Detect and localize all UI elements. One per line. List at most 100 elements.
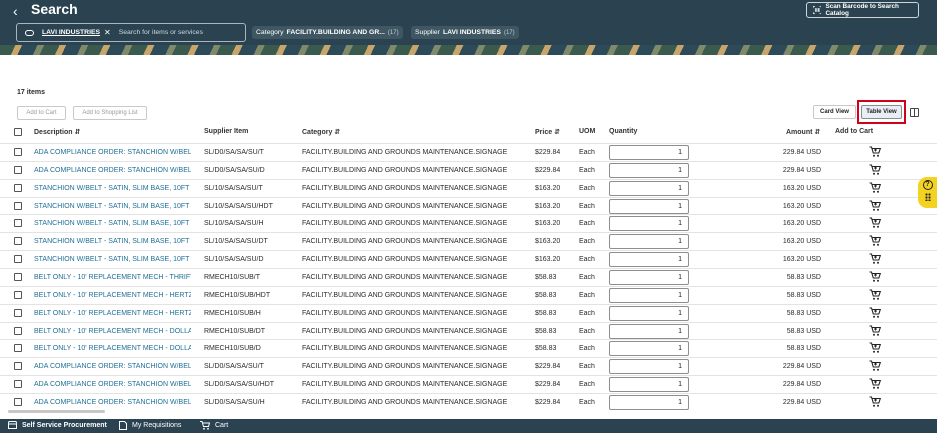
quantity-input[interactable] — [609, 323, 689, 339]
item-description-link[interactable]: STANCHION W/BELT - SATIN, SLIM BASE, 10F… — [34, 220, 191, 227]
add-to-cart-icon[interactable] — [869, 253, 882, 265]
item-description-link[interactable]: ADA COMPLIANCE ORDER: STANCHION W/BELT — [34, 167, 191, 174]
add-to-cart-button[interactable]: Add to Cart — [17, 106, 66, 120]
table-row[interactable]: ADA COMPLIANCE ORDER: STANCHION W/BELT SL… — [0, 392, 937, 411]
add-to-cart-icon[interactable] — [869, 307, 882, 319]
table-row[interactable]: BELT ONLY - 10' REPLACEMENT MECH - HERTZ… — [0, 285, 937, 304]
row-checkbox[interactable] — [14, 380, 22, 389]
table-row[interactable]: STANCHION W/BELT - SATIN, SLIM BASE, 10F… — [0, 232, 937, 250]
row-checkbox[interactable] — [14, 290, 22, 299]
table-row[interactable]: STANCHION W/BELT - SATIN, SLIM BASE, 10F… — [0, 196, 937, 215]
item-description-link[interactable]: ADA COMPLIANCE ORDER: STANCHION W/BELT — [34, 381, 191, 388]
add-to-cart-icon[interactable] — [869, 199, 882, 212]
row-checkbox[interactable] — [14, 272, 22, 281]
quantity-input[interactable] — [609, 341, 689, 357]
row-checkbox[interactable] — [14, 397, 22, 406]
scan-barcode-button[interactable]: Scan Barcode to Search Catalog — [806, 2, 919, 18]
supplier-item: RMECH10/SUB/HDT — [204, 291, 271, 299]
row-checkbox[interactable] — [14, 362, 22, 371]
add-to-cart-icon[interactable] — [869, 289, 882, 301]
quantity-input[interactable] — [609, 305, 689, 321]
table-row[interactable]: BELT ONLY - 10' REPLACEMENT MECH - THRIF… — [0, 267, 937, 286]
filter-chip-category[interactable]: Category FACILITY.BUILDING AND GR... (17… — [252, 26, 403, 39]
table-row[interactable]: BELT ONLY - 10' REPLACEMENT MECH - DOLLA… — [0, 321, 937, 340]
table-row[interactable]: BELT ONLY - 10' REPLACEMENT MECH - HERTZ… — [0, 303, 937, 322]
item-description-link[interactable]: STANCHION W/BELT - SATIN, SLIM BASE, 10F… — [34, 203, 191, 210]
add-to-shopping-list-button[interactable]: Add to Shopping List — [73, 106, 147, 120]
item-description-link[interactable]: ADA COMPLIANCE ORDER: STANCHION W/BELT — [34, 363, 191, 370]
remove-chip-close-icon[interactable]: ✕ — [104, 28, 111, 37]
col-price[interactable]: Price ⇵ — [535, 128, 560, 136]
item-description-link[interactable]: ADA COMPLIANCE ORDER: STANCHION W/BELT — [34, 149, 191, 156]
row-checkbox[interactable] — [14, 255, 22, 264]
row-checkbox[interactable] — [14, 326, 22, 335]
add-to-cart-icon[interactable] — [869, 164, 882, 176]
quantity-input[interactable] — [609, 180, 689, 196]
table-row[interactable]: STANCHION W/BELT - SATIN, SLIM BASE, 10F… — [0, 250, 937, 268]
quantity-input[interactable] — [609, 234, 689, 250]
add-to-cart-icon[interactable] — [869, 217, 882, 229]
add-to-cart-icon[interactable] — [869, 378, 882, 390]
footer-tab-self-service[interactable]: Self Service Procurement — [8, 421, 107, 429]
row-checkbox[interactable] — [14, 148, 22, 156]
item-description-link[interactable]: BELT ONLY - 10' REPLACEMENT MECH - HERTZ — [34, 292, 191, 299]
quantity-input[interactable] — [609, 359, 689, 375]
row-checkbox[interactable] — [14, 308, 22, 317]
col-description[interactable]: Description ⇵ — [34, 128, 80, 136]
table-row[interactable]: ADA COMPLIANCE ORDER: STANCHION W/BELT SL… — [0, 160, 937, 179]
table-row[interactable]: STANCHION W/BELT - SATIN, SLIM BASE, 10F… — [0, 178, 937, 197]
add-to-cart-icon[interactable] — [869, 235, 882, 247]
footer-tab-my-requisitions[interactable]: My Requisitions — [119, 421, 181, 430]
quantity-input[interactable] — [609, 198, 689, 214]
uom: Each — [579, 327, 595, 335]
quantity-input[interactable] — [609, 394, 689, 410]
select-all-checkbox[interactable] — [14, 128, 22, 136]
item-description-link[interactable]: BELT ONLY - 10' REPLACEMENT MECH - HERTZ — [34, 310, 191, 317]
help-widget[interactable]: ? — [918, 177, 937, 208]
footer-tab-cart[interactable]: Cart — [200, 421, 228, 430]
columns-toggle-icon[interactable] — [910, 108, 919, 117]
card-view-button[interactable]: Card View — [813, 105, 856, 119]
table-row[interactable]: BELT ONLY - 10' REPLACEMENT MECH - DOLLA… — [0, 339, 937, 357]
item-description-link[interactable]: BELT ONLY - 10' REPLACEMENT MECH - DOLLA — [34, 328, 191, 335]
table-row[interactable]: ADA COMPLIANCE ORDER: STANCHION W/BELT SL… — [0, 375, 937, 393]
row-checkbox[interactable] — [14, 165, 22, 174]
item-description-link[interactable]: ADA COMPLIANCE ORDER: STANCHION W/BELT — [34, 399, 191, 406]
add-to-cart-icon[interactable] — [869, 342, 882, 354]
add-to-cart-icon[interactable] — [869, 360, 882, 372]
row-checkbox[interactable] — [14, 183, 22, 192]
add-to-cart-icon[interactable] — [869, 271, 882, 283]
item-description-link[interactable]: BELT ONLY - 10' REPLACEMENT MECH - DOLLA — [34, 345, 191, 352]
quantity-input[interactable] — [609, 377, 689, 393]
quantity-input[interactable] — [609, 216, 689, 232]
item-description-link[interactable]: STANCHION W/BELT - SATIN, SLIM BASE, 10F… — [34, 256, 191, 263]
item-description-link[interactable]: BELT ONLY - 10' REPLACEMENT MECH - THRIF… — [34, 274, 191, 281]
quantity-input[interactable] — [609, 287, 689, 303]
table-view-button[interactable]: Table View — [861, 105, 902, 119]
table-row[interactable]: ADA COMPLIANCE ORDER: STANCHION W/BELT SL… — [0, 357, 937, 375]
horizontal-scrollbar[interactable] — [8, 410, 105, 413]
item-description-link[interactable]: STANCHION W/BELT - SATIN, SLIM BASE, 10F… — [34, 185, 191, 192]
add-to-cart-icon[interactable] — [869, 182, 882, 194]
back-chevron-left-icon[interactable]: ‹ — [13, 3, 18, 19]
add-to-cart-icon[interactable] — [869, 324, 882, 337]
add-to-cart-icon[interactable] — [869, 396, 882, 408]
col-category[interactable]: Category ⇵ — [302, 128, 340, 136]
header-bar: ‹ Search Scan Barcode to Search Catalog … — [0, 0, 937, 55]
quantity-input[interactable] — [609, 145, 689, 160]
search-input[interactable] — [118, 29, 229, 36]
row-checkbox[interactable] — [14, 237, 22, 246]
quantity-input[interactable] — [609, 269, 689, 285]
table-row[interactable]: STANCHION W/BELT - SATIN, SLIM BASE, 10F… — [0, 214, 937, 232]
search-box[interactable]: LAVI INDUSTRIES ✕ — [16, 23, 246, 42]
quantity-input[interactable] — [609, 162, 689, 178]
col-amount[interactable]: Amount ⇵ — [786, 128, 820, 136]
add-to-cart-icon[interactable] — [869, 146, 882, 158]
table-row[interactable]: ADA COMPLIANCE ORDER: STANCHION W/BELT SL… — [0, 143, 937, 161]
filter-chip-supplier[interactable]: Supplier LAVI INDUSTRIES (17) — [411, 26, 519, 39]
row-checkbox[interactable] — [14, 201, 22, 210]
quantity-input[interactable] — [609, 252, 689, 268]
row-checkbox[interactable] — [14, 344, 22, 353]
row-checkbox[interactable] — [14, 219, 22, 228]
item-description-link[interactable]: STANCHION W/BELT - SATIN, SLIM BASE, 10F… — [34, 238, 191, 245]
